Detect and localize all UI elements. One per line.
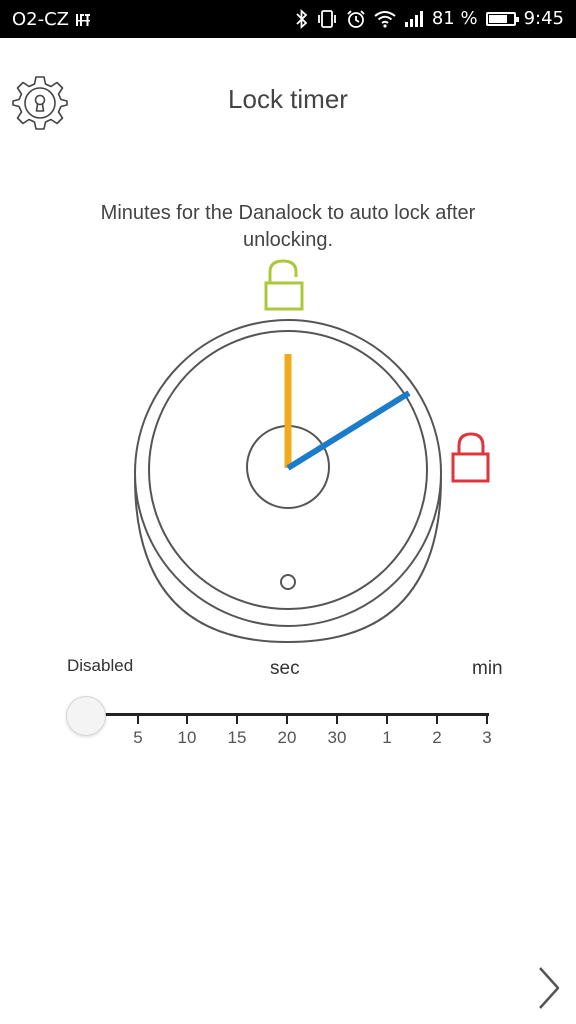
battery-icon	[485, 11, 519, 26]
slider-tick	[486, 716, 488, 724]
alarm-icon	[346, 9, 366, 29]
chevron-right-icon	[539, 967, 560, 1009]
carrier-extra-icon	[75, 12, 91, 28]
slider-tick	[236, 716, 238, 724]
locked-padlock-icon	[451, 432, 490, 483]
battery-fill	[488, 14, 507, 23]
tick-label-1: 1	[382, 728, 392, 747]
wifi-icon	[374, 10, 396, 28]
min-label: min	[472, 658, 503, 679]
unlocked-padlock-icon	[264, 259, 304, 311]
status-right: 81 % 9:45	[296, 8, 564, 29]
signal-icon	[404, 10, 424, 28]
status-left: O2-CZ	[12, 9, 91, 30]
tick-label-15: 15	[227, 728, 247, 747]
disabled-label: Disabled	[67, 656, 134, 675]
next-button[interactable]	[528, 962, 568, 1014]
battery-percent: 81 %	[431, 8, 478, 29]
bluetooth-icon	[296, 8, 308, 29]
status-bar: O2-CZ 81 % 9:45	[0, 0, 576, 38]
lock-timer-dial[interactable]	[120, 250, 520, 650]
tick-label-2: 2	[432, 728, 442, 747]
tick-label-30: 30	[327, 728, 347, 747]
page-title: Lock timer	[228, 84, 348, 114]
vibrate-icon	[316, 9, 338, 29]
slider-tick	[137, 716, 139, 724]
tick-label-3: 3	[482, 728, 492, 747]
clock-time: 9:45	[523, 8, 564, 29]
slider-tick	[286, 716, 288, 724]
slider-thumb[interactable]	[66, 696, 106, 736]
tick-label-5: 5	[133, 728, 143, 747]
instruction-text: Minutes for the Danalock to auto lock af…	[100, 202, 476, 251]
slider-tick	[436, 716, 438, 724]
slider-tick	[386, 716, 388, 724]
battery-tip	[515, 16, 519, 22]
slider-tick	[186, 716, 188, 724]
sec-label: sec	[270, 658, 300, 679]
carrier-name: O2-CZ	[12, 9, 70, 30]
slider-tick	[336, 716, 338, 724]
tick-label-20: 20	[277, 728, 297, 747]
tick-label-10: 10	[177, 728, 197, 747]
